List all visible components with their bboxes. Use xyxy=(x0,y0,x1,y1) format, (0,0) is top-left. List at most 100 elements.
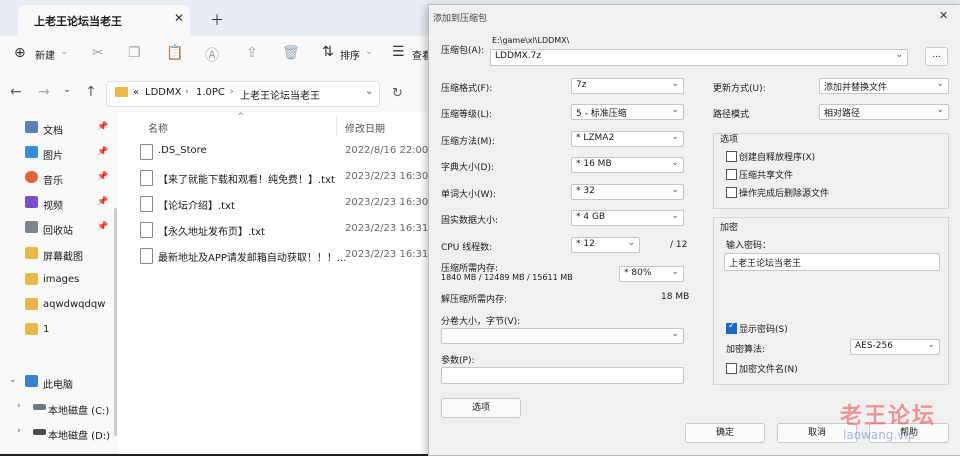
chevron-right-icon[interactable]: › xyxy=(17,401,21,411)
sidebar-item-1[interactable]: 1 xyxy=(0,320,118,342)
solid-size-select[interactable]: * 4 GB ⌄ xyxy=(571,210,684,226)
sidebar-item-screenshots[interactable]: 屏幕截图 xyxy=(0,244,118,266)
recent-chevron-icon[interactable]: ⌄ xyxy=(63,84,71,95)
chevron-down-icon[interactable]: ⌄ xyxy=(671,105,679,115)
sidebar-item-recycle-bin[interactable]: 回收站 📌 xyxy=(0,218,118,240)
new-icon[interactable]: ⊕ xyxy=(14,45,26,61)
chevron-down-icon[interactable]: ⌄ xyxy=(671,132,679,142)
file-name: 最新地址及APP请发邮箱自动获取！！！... xyxy=(158,253,347,264)
breadcrumb-item[interactable]: 上老王论坛当老王 xyxy=(240,87,320,102)
chevron-down-icon[interactable]: ⌄ xyxy=(627,238,635,248)
tab-current[interactable]: 上老王论坛当老王 ✕ xyxy=(18,5,190,36)
file-row[interactable]: 【来了就能下载和观看！纯免费！】.txt 2023/2/23 16:30 xyxy=(140,166,430,190)
shared-files-checkbox[interactable] xyxy=(726,169,737,180)
forward-arrow-icon[interactable]: → xyxy=(38,84,50,100)
address-dropdown-icon[interactable]: ⌄ xyxy=(365,86,373,97)
options-button[interactable]: 选项 xyxy=(441,398,521,418)
sort-button[interactable]: 排序 xyxy=(340,47,360,62)
show-password-checkbox[interactable] xyxy=(726,321,737,334)
sidebar-item-aqwdwqdqw[interactable]: aqwdwqdqw xyxy=(0,295,118,317)
breadcrumb-item[interactable]: LDDMX xyxy=(145,87,181,98)
file-row[interactable]: 【永久地址发布页】.txt 2023/2/23 16:31 xyxy=(140,218,430,242)
ok-button[interactable]: 确定 xyxy=(685,423,765,443)
sidebar-item-images[interactable]: images xyxy=(0,270,118,292)
address-bar[interactable]: « LDDMX › 1.0PC › 上老王论坛当老王 ⌄ xyxy=(106,81,380,107)
show-password-label[interactable]: 显示密码(S) xyxy=(739,322,788,335)
browse-button[interactable]: ... xyxy=(925,47,948,66)
sidebar-item-label: 回收站 xyxy=(43,226,73,237)
share-icon[interactable]: ⇪ xyxy=(246,45,258,61)
sidebar-scrollbar[interactable] xyxy=(114,208,117,436)
memory-percent-select[interactable]: * 80% ⌄ xyxy=(619,266,684,282)
split-size-combobox[interactable]: ⌄ xyxy=(441,328,684,344)
chevron-down-icon[interactable]: ⌄ xyxy=(671,158,679,168)
chevron-down-icon[interactable]: ⌄ xyxy=(9,375,17,385)
encryption-method-select[interactable]: AES-256 ⌄ xyxy=(850,339,940,355)
level-select[interactable]: 5 - 标准压缩 ⌄ xyxy=(571,104,684,120)
chevron-down-icon[interactable]: ⌄ xyxy=(671,185,679,195)
delete-after-checkbox[interactable] xyxy=(726,187,737,198)
sfx-checkbox[interactable] xyxy=(726,151,737,162)
back-arrow-icon[interactable]: ← xyxy=(10,84,22,100)
tab-close-icon[interactable]: ✕ xyxy=(174,11,184,25)
chevron-down-icon[interactable]: ⌄ xyxy=(927,340,935,350)
folder-icon xyxy=(25,247,38,259)
breadcrumb-overflow[interactable]: « xyxy=(133,87,139,98)
password-value: 上老王论坛当老王 xyxy=(729,259,802,269)
chevron-right-icon[interactable]: › xyxy=(17,426,21,436)
update-mode-select[interactable]: 添加并替换文件 ⌄ xyxy=(819,78,949,94)
file-row[interactable]: 最新地址及APP请发邮箱自动获取！！！... 2023/2/23 16:31 xyxy=(140,244,430,268)
password-input[interactable]: 上老王论坛当老王 xyxy=(724,253,940,271)
chevron-down-icon[interactable]: ⌄ xyxy=(671,211,679,221)
chevron-down-icon[interactable]: ⌄ xyxy=(671,267,679,277)
path-mode-select[interactable]: 相对路径 ⌄ xyxy=(819,104,949,120)
column-header-date[interactable]: 修改日期 xyxy=(345,120,385,135)
copy-icon[interactable]: ❐ xyxy=(128,45,141,61)
cut-icon[interactable]: ✂ xyxy=(92,45,104,61)
picture-icon xyxy=(25,146,38,158)
chevron-down-icon[interactable]: ⌄ xyxy=(365,46,373,57)
chevron-down-icon[interactable]: ⌄ xyxy=(936,79,944,89)
chevron-down-icon[interactable]: ⌄ xyxy=(895,50,903,60)
dictionary-select[interactable]: * 16 MB ⌄ xyxy=(571,157,684,173)
view-icon[interactable]: ☰ xyxy=(392,44,405,60)
delete-after-label[interactable]: 操作完成后删除源文件 xyxy=(739,186,829,199)
encrypt-names-label[interactable]: 加密文件名(N) xyxy=(739,362,798,375)
format-select[interactable]: 7z ⌄ xyxy=(571,78,684,94)
chevron-down-icon[interactable]: ⌄ xyxy=(671,79,679,89)
archive-name-combobox[interactable]: LDDMX.7z ⌄ xyxy=(490,49,908,66)
new-button[interactable]: 新建 xyxy=(35,47,55,62)
method-value: * LZMA2 xyxy=(576,133,615,143)
word-size-select[interactable]: * 32 ⌄ xyxy=(571,184,684,200)
pin-icon: 📌 xyxy=(97,122,109,132)
sidebar-item-videos[interactable]: 视频 📌 xyxy=(0,193,118,215)
breadcrumb-item[interactable]: 1.0PC xyxy=(196,87,225,98)
column-header-name[interactable]: 名称 xyxy=(148,120,168,135)
sidebar-item-music[interactable]: 音乐 📌 xyxy=(0,168,118,190)
method-select[interactable]: * LZMA2 ⌄ xyxy=(571,131,684,147)
sidebar-item-this-pc[interactable]: ⌄ 此电脑 xyxy=(0,372,118,394)
chevron-down-icon[interactable]: ⌄ xyxy=(671,329,679,339)
encrypt-names-checkbox[interactable] xyxy=(726,363,737,374)
sort-icon[interactable]: ⇅ xyxy=(322,44,334,60)
delete-icon[interactable]: 🗑 xyxy=(282,45,300,61)
sidebar-item-drive-c[interactable]: › 本地磁盘 (C:) xyxy=(0,398,118,420)
file-row[interactable]: 【论坛介绍】.txt 2023/2/23 16:30 xyxy=(140,192,430,216)
sfx-label[interactable]: 创建自释放程序(X) xyxy=(739,150,815,163)
refresh-icon[interactable]: ↻ xyxy=(392,86,403,101)
sidebar-item-drive-d[interactable]: › 本地磁盘 (D:) xyxy=(0,423,118,445)
chevron-down-icon[interactable]: ⌄ xyxy=(936,105,944,115)
close-icon[interactable]: ✕ xyxy=(939,9,948,22)
rename-icon[interactable]: Ⓐ xyxy=(205,45,219,65)
shared-files-label[interactable]: 压缩共享文件 xyxy=(739,168,793,181)
paste-icon[interactable]: 📋 xyxy=(166,45,183,61)
column-divider[interactable] xyxy=(336,116,337,136)
parameters-input[interactable] xyxy=(441,367,684,384)
up-arrow-icon[interactable]: ↑ xyxy=(85,84,97,100)
sidebar-item-pictures[interactable]: 图片 📌 xyxy=(0,143,118,165)
file-row[interactable]: .DS_Store 2022/8/16 22:00 xyxy=(140,140,430,164)
new-tab-icon[interactable]: ＋ xyxy=(210,10,224,30)
threads-select[interactable]: * 12 ⌄ xyxy=(571,237,640,253)
sidebar-item-documents[interactable]: 文档 📌 xyxy=(0,118,118,140)
chevron-down-icon[interactable]: ⌄ xyxy=(60,46,68,57)
